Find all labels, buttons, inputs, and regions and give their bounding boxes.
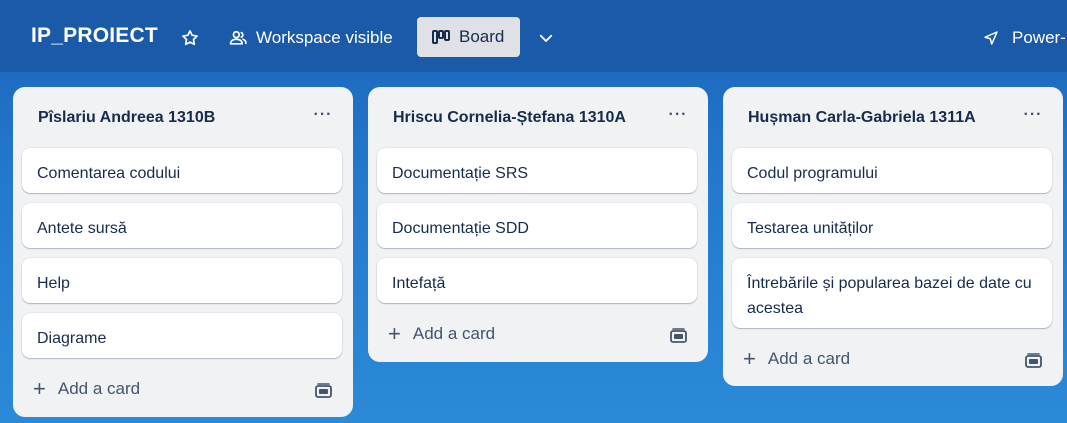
card[interactable]: Comentarea codului [22, 148, 342, 193]
list-title[interactable]: Hușman Carla-Gabriela 1311A [748, 109, 976, 127]
view-switcher-button[interactable] [533, 25, 559, 51]
more-horizontal-icon: ··· [668, 106, 688, 123]
board-title[interactable]: IP_PROIECT [31, 24, 158, 48]
add-card-label: Add a card [57, 379, 141, 398]
power-ups-label: Power- [1012, 28, 1066, 47]
add-card-button[interactable]: + Add a card [743, 346, 851, 371]
add-card-label: Add a card [412, 324, 496, 343]
card-template-icon [1024, 352, 1042, 368]
card-template-button[interactable] [313, 380, 333, 400]
workspace-visibility-button[interactable]: Workspace visible [228, 22, 393, 54]
more-horizontal-icon: ··· [313, 106, 333, 123]
board-view-button[interactable]: Board [417, 17, 520, 57]
list-header: Hușman Carla-Gabriela 1311A ··· [723, 87, 1063, 143]
list-menu-button[interactable]: ··· [666, 103, 690, 127]
people-icon [229, 30, 247, 45]
list-title[interactable]: Pîslariu Andreea 1310B [38, 109, 215, 127]
list-hriscu: Hriscu Cornelia-Ștefana 1310A ··· Docume… [368, 87, 708, 362]
star-button[interactable] [176, 24, 204, 52]
list-menu-button[interactable]: ··· [1021, 103, 1045, 127]
card[interactable]: Help [22, 258, 342, 303]
workspace-visibility-label: Workspace visible [256, 28, 393, 47]
list-header: Pîslariu Andreea 1310B ··· [13, 87, 353, 143]
list-title[interactable]: Hriscu Cornelia-Ștefana 1310A [393, 109, 626, 127]
list-header: Hriscu Cornelia-Ștefana 1310A ··· [368, 87, 708, 143]
card[interactable]: Intefață [377, 258, 697, 303]
list-husman: Hușman Carla-Gabriela 1311A ··· Codul pr… [723, 87, 1063, 386]
card[interactable]: Testarea unităților [732, 203, 1052, 248]
card[interactable]: Codul programului [732, 148, 1052, 193]
plus-icon: + [743, 346, 756, 371]
plus-icon: + [33, 376, 46, 401]
card-template-icon [669, 327, 687, 343]
card-template-button[interactable] [668, 325, 688, 345]
card-template-button[interactable] [1023, 350, 1043, 370]
board-header: IP_PROIECT Workspace visible Board Power… [0, 0, 1067, 72]
add-card-button[interactable]: + Add a card [388, 321, 496, 346]
card[interactable]: Întrebările și popularea bazei de date c… [732, 258, 1052, 328]
plus-icon: + [388, 321, 401, 346]
list-pislariu: Pîslariu Andreea 1310B ··· Comentarea co… [13, 87, 353, 417]
more-horizontal-icon: ··· [1023, 106, 1043, 123]
card[interactable]: Diagrame [22, 313, 342, 358]
board-view-label: Board [459, 27, 505, 46]
rocket-icon [984, 31, 998, 45]
card-template-icon [314, 382, 332, 398]
chevron-down-icon [539, 34, 553, 42]
card[interactable]: Documentație SRS [377, 148, 697, 193]
add-card-label: Add a card [767, 349, 851, 368]
power-ups-button[interactable]: Power- [982, 22, 1066, 54]
list-menu-button[interactable]: ··· [311, 103, 335, 127]
star-icon [182, 30, 198, 46]
card[interactable]: Antete sursă [22, 203, 342, 248]
add-card-button[interactable]: + Add a card [33, 376, 141, 401]
card[interactable]: Documentație SDD [377, 203, 697, 248]
board-view-icon [432, 30, 450, 44]
